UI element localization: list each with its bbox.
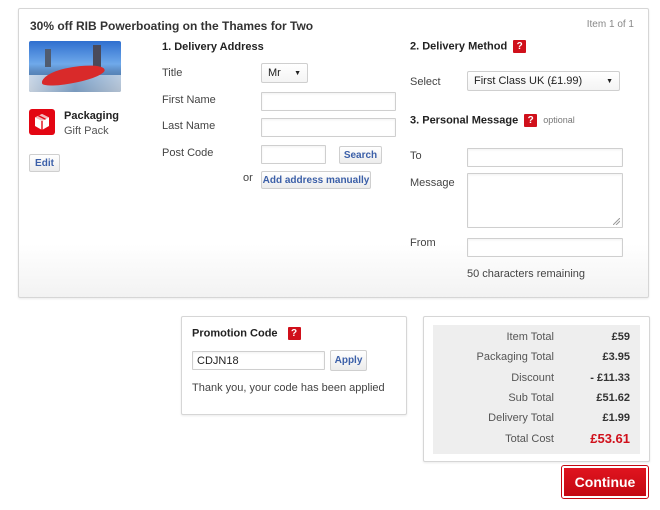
edit-button[interactable]: Edit — [29, 154, 60, 172]
gift-box-icon — [29, 109, 55, 135]
delivery-method-value: First Class UK (£1.99) — [474, 75, 583, 87]
from-label: From — [410, 237, 436, 249]
optional-label: optional — [543, 115, 575, 126]
personal-message-title: 3. Personal Message — [410, 114, 519, 127]
packaging-total-value: £3.95 — [602, 351, 630, 363]
title-select-value: Mr — [268, 67, 281, 79]
promotion-title: Promotion Code — [192, 327, 278, 340]
message-textarea[interactable] — [467, 173, 623, 228]
last-name-input[interactable] — [261, 118, 396, 137]
packaging-total-label: Packaging Total — [476, 351, 554, 363]
total-cost-value: £53.61 — [590, 431, 630, 446]
first-name-label: First Name — [162, 94, 216, 106]
to-label: To — [410, 150, 422, 162]
help-icon[interactable]: ? — [513, 40, 527, 53]
discount-label: Discount — [511, 372, 554, 384]
select-label: Select — [410, 76, 441, 88]
personal-message-heading: 3. Personal Message? optional — [410, 114, 575, 127]
resize-handle-icon[interactable] — [613, 218, 620, 225]
characters-remaining: 50 characters remaining — [467, 268, 586, 280]
delivery-total-value: £1.99 — [602, 412, 630, 424]
last-name-label: Last Name — [162, 120, 216, 132]
message-label: Message — [410, 177, 455, 189]
sub-total-label: Sub Total — [508, 392, 554, 404]
delivery-method-heading: 2. Delivery Method? — [410, 40, 527, 53]
dropdown-arrow-icon: ▼ — [606, 77, 613, 85]
dropdown-arrow-icon: ▼ — [294, 69, 301, 77]
discount-value: - £11.33 — [590, 372, 630, 384]
search-button[interactable]: Search — [339, 146, 382, 164]
title-select[interactable]: Mr ▼ — [261, 63, 308, 83]
product-title: 30% off RIB Powerboating on the Thames f… — [30, 19, 314, 33]
item-counter: Item 1 of 1 — [586, 19, 634, 30]
continue-button[interactable]: Continue — [561, 465, 649, 499]
total-cost-label: Total Cost — [505, 433, 554, 445]
packaging-name: Packaging — [64, 110, 120, 122]
help-icon[interactable]: ? — [524, 114, 538, 127]
to-input[interactable] — [467, 148, 623, 167]
promotion-code-input[interactable]: CDJN18 — [192, 351, 325, 370]
from-input[interactable] — [467, 238, 623, 257]
packaging-type: Gift Pack — [64, 125, 109, 137]
delivery-method-select[interactable]: First Class UK (£1.99) ▼ — [467, 71, 620, 91]
or-label: or — [243, 172, 253, 184]
item-total-label: Item Total — [506, 331, 555, 343]
first-name-input[interactable] — [261, 92, 396, 111]
delivery-address-heading: 1. Delivery Address — [162, 41, 264, 53]
sub-total-value: £51.62 — [596, 392, 630, 404]
product-image — [29, 41, 121, 92]
delivery-total-label: Delivery Total — [488, 412, 554, 424]
promotion-heading: Promotion Code? — [192, 327, 301, 340]
post-code-label: Post Code — [162, 147, 214, 159]
apply-button[interactable]: Apply — [330, 350, 367, 371]
title-label: Title — [162, 67, 183, 79]
add-address-manually-button[interactable]: Add address manually — [261, 171, 371, 189]
delivery-method-title: 2. Delivery Method — [410, 40, 508, 53]
post-code-input[interactable] — [261, 145, 326, 164]
promotion-status: Thank you, your code has been applied — [192, 382, 385, 394]
help-icon[interactable]: ? — [287, 327, 301, 340]
item-total-value: £59 — [611, 331, 630, 343]
